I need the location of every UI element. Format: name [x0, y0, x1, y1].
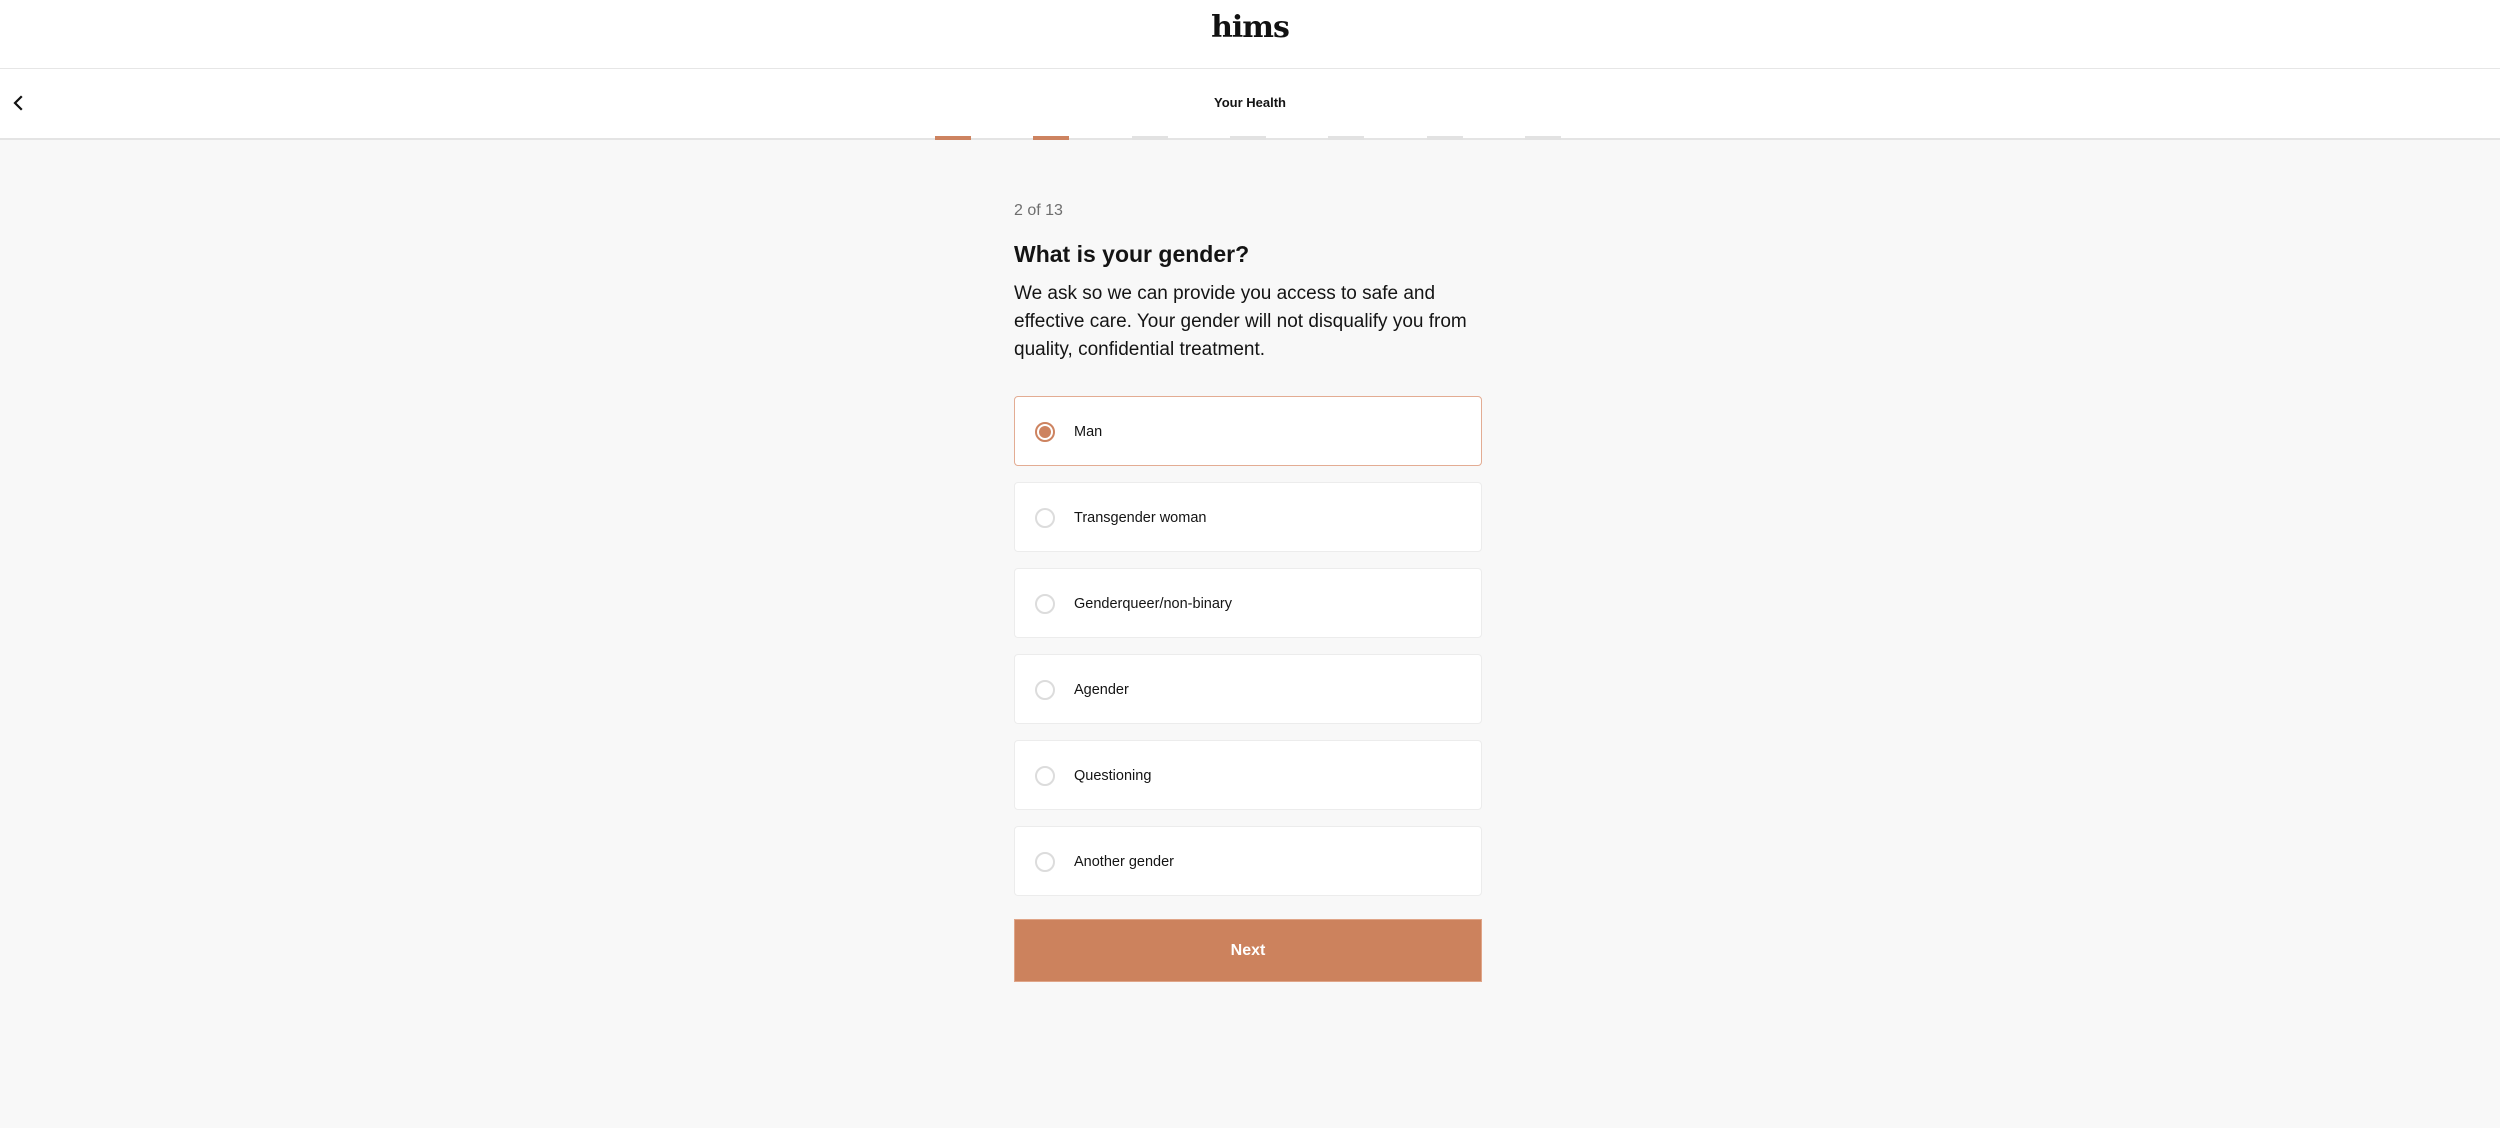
option-genderqueer-non-binary[interactable]: Genderqueer/non-binary — [1014, 568, 1482, 638]
section-title: Your Health — [1214, 95, 1286, 110]
gender-options: Man Transgender woman Genderqueer/non-bi… — [1014, 396, 1482, 912]
progress-segment — [1524, 136, 1561, 140]
radio-button[interactable] — [1035, 680, 1055, 700]
option-label: Questioning — [1074, 768, 1152, 784]
progress-segment — [1328, 136, 1365, 140]
option-questioning[interactable]: Questioning — [1014, 740, 1482, 810]
progress-segment — [935, 136, 971, 140]
option-label: Man — [1074, 424, 1103, 440]
option-transgender-woman[interactable]: Transgender woman — [1014, 482, 1482, 552]
option-label: Transgender woman — [1074, 510, 1207, 526]
option-another-gender[interactable]: Another gender — [1014, 826, 1482, 896]
progress-bar — [935, 136, 1561, 140]
option-man[interactable]: Man — [1014, 396, 1482, 466]
question-title: What is your gender? — [1014, 241, 1250, 267]
option-label: Genderqueer/non-binary — [1074, 596, 1232, 612]
question-block: 2 of 13 What is your gender? We ask so w… — [1014, 200, 1482, 364]
step-counter: 2 of 13 — [1014, 202, 1063, 219]
question-description: We ask so we can provide you access to s… — [1014, 283, 1467, 360]
progress-segment — [1033, 136, 1070, 140]
section-header: Your Health — [0, 69, 2500, 140]
progress-segment — [1426, 136, 1463, 140]
radio-button[interactable] — [1035, 766, 1055, 786]
radio-button[interactable] — [1035, 594, 1055, 614]
option-label: Agender — [1074, 682, 1129, 698]
radio-button[interactable] — [1035, 422, 1055, 442]
hims-logo[interactable]: hims — [0, 10, 2500, 45]
radio-button[interactable] — [1035, 508, 1055, 528]
option-agender[interactable]: Agender — [1014, 654, 1482, 724]
option-label: Another gender — [1074, 854, 1174, 870]
radio-button[interactable] — [1035, 852, 1055, 872]
progress-segment — [1229, 136, 1266, 140]
next-button[interactable]: Next — [1014, 919, 1482, 982]
top-bar: hims — [0, 0, 2500, 69]
progress-segment — [1131, 136, 1168, 140]
